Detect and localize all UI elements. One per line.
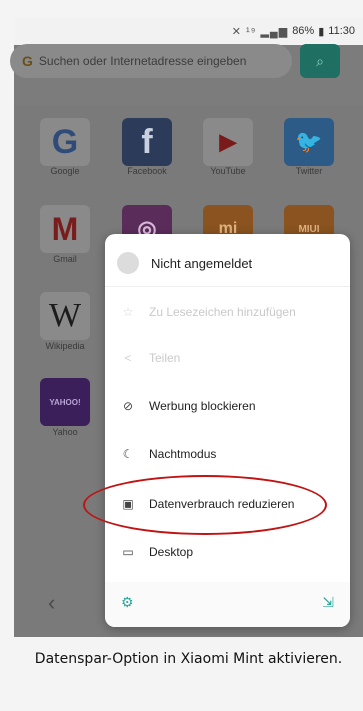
- search-input[interactable]: G Suchen oder Internetadresse eingeben: [10, 44, 292, 78]
- clock: 11:30: [328, 25, 355, 37]
- moon-icon: ☾: [122, 447, 134, 461]
- star-icon: ☆: [122, 305, 134, 319]
- menu-item-label: Werbung blockieren: [149, 399, 256, 413]
- account-row[interactable]: Nicht angemeldet: [105, 240, 350, 287]
- shortcut-label: Twitter: [295, 166, 323, 176]
- menu-footer: ⚙ ⇲: [105, 582, 350, 627]
- shortcut-youtube[interactable]: ▶: [203, 118, 253, 166]
- browser-menu: Nicht angemeldet ☆ Zu Lesezeichen hinzuf…: [105, 234, 350, 627]
- menu-item-share[interactable]: < Teilen: [105, 336, 350, 380]
- desktop-icon: ▭: [122, 545, 134, 559]
- wikipedia-icon: W: [48, 297, 82, 334]
- menu-item-nightmode[interactable]: ☾ Nachtmodus: [105, 432, 350, 476]
- search-button[interactable]: ⌕: [300, 44, 340, 78]
- twitter-icon: 🐦: [295, 129, 323, 154]
- shortcut-label: Google: [50, 166, 80, 176]
- menu-item-label: Teilen: [149, 351, 181, 365]
- shortcut-label: Yahoo: [52, 427, 78, 437]
- shortcut-facebook[interactable]: f: [122, 118, 172, 166]
- menu-item-label: Zu Lesezeichen hinzufügen: [149, 305, 296, 319]
- menu-item-adblock[interactable]: ⊘ Werbung blockieren: [105, 384, 350, 428]
- menu-item-desktop[interactable]: ▭ Desktop: [105, 530, 350, 574]
- avatar: [117, 252, 139, 274]
- google-logo-icon: G: [51, 122, 79, 161]
- block-ads-icon: ⊘: [122, 399, 134, 413]
- back-icon[interactable]: ‹: [48, 590, 55, 616]
- gear-icon[interactable]: ⚙: [121, 594, 134, 611]
- facebook-icon: f: [141, 122, 153, 161]
- shortcut-yahoo[interactable]: YAHOO!: [40, 378, 90, 426]
- menu-item-label: Desktop: [149, 545, 194, 559]
- shortcut-label: YouTube: [210, 166, 246, 176]
- menu-item-label: Nachtmodus: [149, 447, 217, 461]
- youtube-icon: ▶: [219, 129, 237, 154]
- highlight-circle: [83, 475, 327, 535]
- gmail-icon: M: [51, 210, 79, 247]
- shortcut-label: Wikipedia: [45, 341, 85, 351]
- shortcut-label: Facebook: [127, 166, 167, 176]
- share-icon: <: [124, 351, 132, 365]
- miui-icon: MIUI: [298, 223, 320, 235]
- signal-icons: ✕ ¹⁹ ▂▄▆: [231, 25, 289, 38]
- search-icon: ⌕: [316, 52, 324, 69]
- image-caption: Datenspar-Option in Xiaomi Mint aktivier…: [34, 651, 343, 667]
- google-icon: G: [22, 53, 33, 69]
- shortcut-google[interactable]: G: [40, 118, 90, 166]
- exit-icon[interactable]: ⇲: [322, 594, 334, 611]
- yahoo-icon: YAHOO!: [49, 397, 81, 407]
- battery-icon: ▮: [318, 25, 325, 38]
- shortcut-wikipedia[interactable]: W: [40, 292, 90, 340]
- shortcut-twitter[interactable]: 🐦: [284, 118, 334, 166]
- menu-item-bookmark[interactable]: ☆ Zu Lesezeichen hinzufügen: [105, 290, 350, 334]
- battery-level: 86%: [292, 25, 315, 37]
- status-bar: ✕ ¹⁹ ▂▄▆ 86% ▮ 11:30: [14, 17, 363, 45]
- account-label: Nicht angemeldet: [151, 255, 253, 271]
- search-placeholder: Suchen oder Internetadresse eingeben: [38, 54, 247, 68]
- shortcut-gmail[interactable]: M: [40, 205, 90, 253]
- shortcut-label: Gmail: [53, 254, 77, 264]
